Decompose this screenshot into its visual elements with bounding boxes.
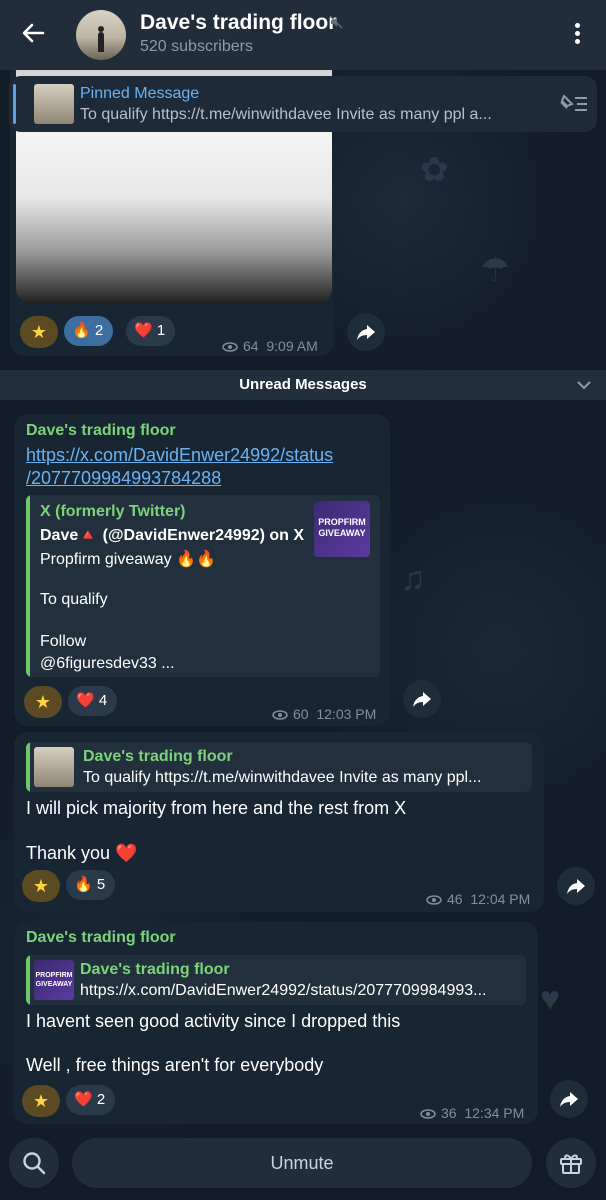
message-text: Well , free things aren't for everybody (26, 1055, 324, 1075)
view-count: 36 (441, 1105, 457, 1121)
heart-icon: ❤️ (74, 1091, 93, 1108)
fire-icon: 🔥 (74, 876, 93, 893)
unmute-button[interactable]: Unmute (72, 1138, 532, 1188)
message-sender[interactable]: Dave's trading floor (26, 422, 176, 440)
gift-button[interactable] (546, 1138, 596, 1188)
link-line: https://x.com/DavidEnwer24992/status (26, 445, 334, 465)
star-reaction-icon[interactable]: ★ (24, 686, 62, 718)
reaction-count: 5 (96, 876, 106, 893)
reply-thumbnail (34, 747, 74, 787)
channel-avatar[interactable] (76, 10, 126, 60)
reaction-chip[interactable]: 🔥 2 (64, 316, 114, 346)
pinned-thumbnail (34, 84, 74, 124)
share-icon (560, 1092, 578, 1107)
doodle-icon: ♥ (540, 980, 561, 1018)
pinned-label: Pinned Message (80, 85, 200, 102)
doodle-icon: ☂ (480, 251, 511, 289)
view-count: 46 (447, 891, 463, 907)
preview-title: Dave🔺 (@DavidEnwer24992) on X (40, 527, 305, 544)
gift-icon (560, 1154, 582, 1174)
doodle-icon: ♫ (400, 560, 426, 598)
preview-text: To qualify (40, 591, 108, 608)
message-text: I havent seen good activity since I drop… (26, 1011, 401, 1031)
share-button[interactable] (347, 313, 385, 351)
view-count: 60 (293, 706, 309, 722)
pinned-indicator (13, 84, 16, 124)
back-arrow-icon[interactable] (18, 18, 48, 48)
heart-icon: ❤️ (134, 322, 153, 339)
message-time: 12:34 PM (464, 1105, 525, 1121)
reaction-chip[interactable]: ❤️ 2 (66, 1085, 116, 1115)
preview-site: X (formerly Twitter) (40, 503, 186, 520)
message-text: Thank you ❤️ (26, 843, 138, 863)
message-sender[interactable]: Dave's trading floor (26, 929, 176, 947)
preview-text: Follow (40, 633, 87, 650)
reaction-count: 2 (94, 322, 104, 339)
eye-icon (420, 1109, 436, 1119)
eye-icon (426, 895, 442, 905)
share-icon (413, 692, 431, 707)
reaction-count: 1 (156, 322, 166, 339)
share-icon (567, 879, 585, 894)
message-time: 9:09 AM (266, 338, 318, 354)
message-text: I will pick majority from here and the r… (26, 798, 407, 818)
heart-icon: ❤️ (76, 692, 95, 709)
search-icon (23, 1152, 46, 1175)
view-count: 64 (243, 338, 259, 354)
reaction-count: 4 (98, 692, 108, 709)
reply-thumbnail: PROPFIRM GIVEAWAY (34, 960, 74, 1000)
link-preview[interactable]: X (formerly Twitter) Dave🔺 (@DavidEnwer2… (26, 495, 380, 677)
eye-icon (222, 342, 238, 352)
more-vert-icon[interactable] (566, 20, 588, 48)
reply-text: https://x.com/DavidEnwer24992/status/207… (80, 982, 487, 999)
message-time: 12:03 PM (316, 706, 377, 722)
search-button[interactable] (9, 1138, 59, 1188)
pinned-text: To qualify https://t.me/winwithdavee Inv… (80, 106, 492, 123)
message-meta: 64 9:09 AM (222, 338, 318, 354)
message-meta: 36 12:34 PM (420, 1105, 524, 1121)
message-time: 12:04 PM (470, 891, 531, 907)
reaction-chip[interactable]: ❤️ 4 (68, 686, 118, 716)
chevron-down-icon[interactable] (576, 378, 592, 392)
reply-sender: Dave's trading floor (80, 961, 230, 978)
share-button[interactable] (403, 680, 441, 718)
share-icon (357, 325, 375, 340)
reaction-chip[interactable]: 🔥 5 (66, 870, 116, 900)
reply-preview[interactable]: Dave's trading floor To qualify https://… (26, 742, 532, 792)
doodle-icon: ✿ (420, 151, 449, 189)
share-button[interactable] (557, 867, 595, 905)
mute-icon (329, 15, 343, 29)
subscriber-count: 520 subscribers (140, 38, 253, 55)
preview-text: Propfirm giveaway 🔥🔥 (40, 551, 216, 568)
reply-text: To qualify https://t.me/winwithdavee Inv… (83, 769, 482, 786)
share-button[interactable] (550, 1080, 588, 1118)
link-line: /2077709984993784288 (26, 468, 222, 488)
star-reaction-icon[interactable]: ★ (20, 316, 58, 348)
star-reaction-icon[interactable]: ★ (22, 870, 60, 902)
channel-title[interactable]: Dave's trading floor (140, 11, 336, 35)
eye-icon (272, 710, 288, 720)
unpin-icon[interactable] (557, 92, 589, 116)
reply-preview[interactable]: PROPFIRM GIVEAWAY Dave's trading floor h… (26, 955, 526, 1005)
app-header: Dave's trading floor 520 subscribers (0, 0, 606, 70)
reaction-chip[interactable]: ❤️ 1 (126, 316, 176, 346)
preview-text: @6figuresdev33 ... (40, 655, 175, 672)
fire-icon: 🔥 (72, 322, 91, 339)
unread-separator: Unread Messages (0, 370, 606, 400)
pinned-message-bar[interactable]: Pinned Message To qualify https://t.me/w… (9, 76, 597, 132)
star-reaction-icon[interactable]: ★ (22, 1085, 60, 1117)
message-meta: 60 12:03 PM (272, 706, 376, 722)
reply-sender: Dave's trading floor (83, 748, 233, 765)
reaction-count: 2 (96, 1091, 106, 1108)
preview-thumbnail: PROPFIRM GIVEAWAY (314, 501, 370, 557)
message-meta: 46 12:04 PM (426, 891, 530, 907)
unread-label: Unread Messages (239, 376, 367, 393)
message-link[interactable]: https://x.com/DavidEnwer24992/status /20… (26, 444, 333, 490)
